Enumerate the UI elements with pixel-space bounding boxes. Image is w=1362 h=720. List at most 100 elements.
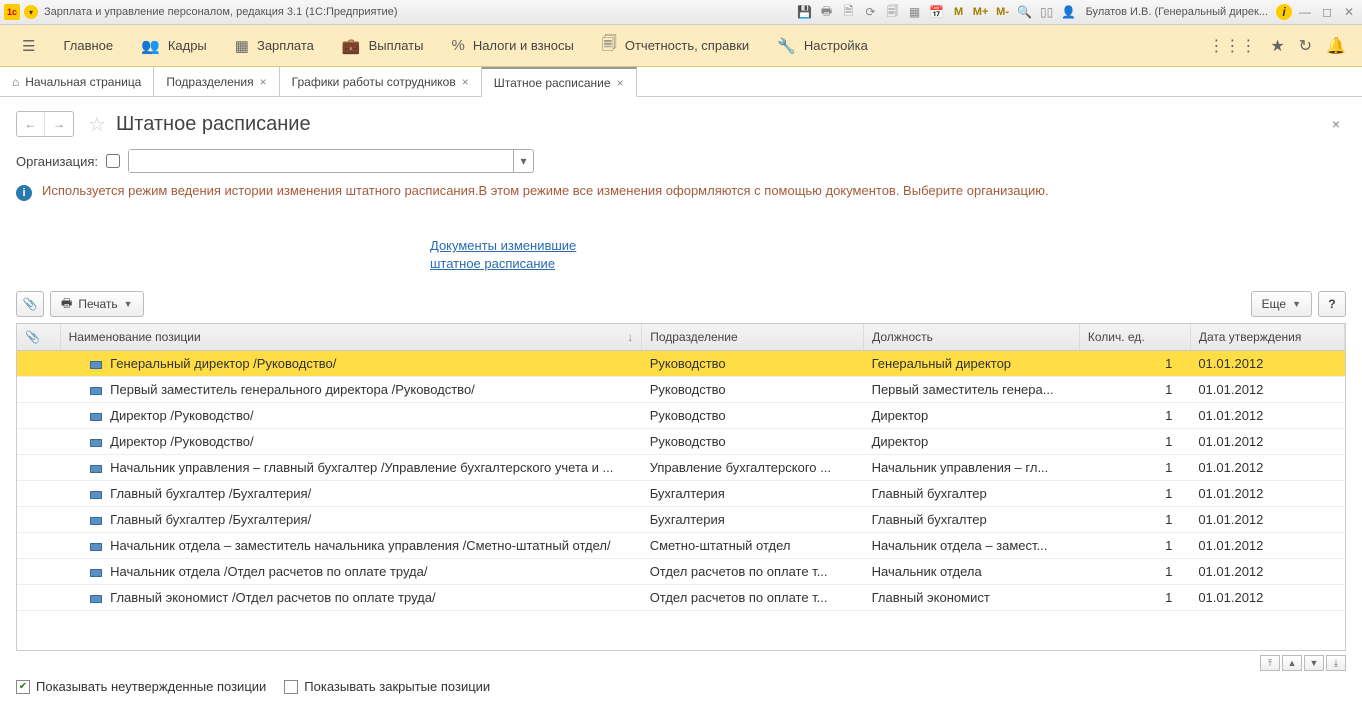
table-wrap: 📎 Наименование позиции↓ Подразделение До… (16, 323, 1346, 651)
info-icon[interactable]: i (1276, 4, 1292, 20)
tab-staffing[interactable]: Штатное расписание× (482, 67, 637, 97)
scroll-down-icon[interactable]: ▼ (1304, 655, 1324, 671)
bottom-row: ✔Показывать неутвержденные позиции Показ… (0, 673, 1362, 700)
star-icon[interactable]: ★ (1270, 36, 1284, 56)
record-icon (90, 491, 102, 499)
minimize-icon[interactable]: — (1296, 3, 1314, 21)
table-row[interactable]: Первый заместитель генерального директор… (17, 377, 1345, 403)
menu-label: Главное (63, 38, 113, 53)
table-row[interactable]: Начальник отдела /Отдел расчетов по опла… (17, 559, 1345, 585)
copy-icon[interactable]: 🗐 (884, 3, 902, 21)
user-label[interactable]: Булатов И.В. (Генеральный дирек... (1082, 6, 1272, 18)
checkbox-icon (284, 680, 298, 694)
home-icon: ⌂ (12, 75, 19, 89)
chevron-down-icon[interactable]: ▾ (513, 150, 533, 172)
menu-main[interactable]: Главное (49, 25, 127, 66)
scroll-up-icon[interactable]: ▲ (1282, 655, 1302, 671)
doc-link[interactable]: Документы изменившие (430, 237, 1362, 255)
record-icon (90, 387, 102, 395)
table-row[interactable]: Начальник отдела – заместитель начальник… (17, 533, 1345, 559)
caret-down-icon: ▼ (124, 299, 133, 309)
close-icon[interactable]: × (617, 76, 624, 90)
filter-row: Организация: ▾ (0, 145, 1362, 183)
staffing-table: 📎 Наименование позиции↓ Подразделение До… (17, 324, 1345, 611)
scroll-bottom-icon[interactable]: ⤓ (1326, 655, 1346, 671)
table-icon: ▦ (235, 37, 249, 55)
percent-icon: % (451, 37, 464, 54)
print-icon[interactable]: 🖶 (818, 3, 836, 21)
close-window-icon[interactable]: ✕ (1340, 3, 1358, 21)
back-button[interactable]: ← (17, 112, 45, 136)
tab-label: Графики работы сотрудников (292, 75, 456, 89)
col-qty[interactable]: Колич. ед. (1079, 324, 1190, 351)
doc-link[interactable]: штатное расписание (430, 255, 1362, 273)
close-icon[interactable]: × (260, 75, 267, 89)
org-checkbox[interactable] (106, 154, 120, 168)
menu-settings[interactable]: 🔧Настройка (763, 25, 882, 66)
bell-icon[interactable]: 🔔 (1326, 36, 1346, 56)
tab-schedules[interactable]: Графики работы сотрудников × (280, 67, 482, 96)
titlebar-dropdown-icon[interactable]: ▾ (24, 5, 38, 19)
print-button[interactable]: 🖶 Печать▼ (50, 291, 144, 317)
people-icon: 👥 (141, 37, 160, 55)
info-circle-icon: i (16, 185, 32, 201)
briefcase-icon: 💼 (342, 37, 361, 55)
tabs-bar: ⌂Начальная страница Подразделения × Графи… (0, 67, 1362, 97)
menu-reports[interactable]: 🗐Отчетность, справки (588, 25, 763, 66)
col-dept[interactable]: Подразделение (642, 324, 864, 351)
refresh-icon[interactable]: ⟳ (862, 3, 880, 21)
menu-hr[interactable]: 👥 Кадры (127, 25, 221, 66)
more-label: Еще (1262, 297, 1286, 311)
favorite-star-icon[interactable]: ☆ (88, 112, 106, 137)
menu-burger[interactable]: ☰ (8, 25, 49, 66)
record-icon (90, 595, 102, 603)
help-button[interactable]: ? (1318, 291, 1346, 317)
table-row[interactable]: Директор /Руководство/РуководствоДиректо… (17, 403, 1345, 429)
page-header: ← → ☆ Штатное расписание × (0, 97, 1362, 145)
col-role[interactable]: Должность (864, 324, 1080, 351)
tab-home[interactable]: ⌂Начальная страница (0, 67, 154, 96)
tab-label: Подразделения (166, 75, 253, 89)
menu-salary[interactable]: ▦Зарплата (221, 25, 328, 66)
history-icon[interactable]: ↻ (1299, 36, 1312, 56)
table-row[interactable]: Главный бухгалтер /Бухгалтерия/Бухгалтер… (17, 507, 1345, 533)
org-input[interactable] (129, 150, 513, 172)
close-icon[interactable]: × (462, 75, 469, 89)
m-icon[interactable]: M (950, 3, 968, 21)
forward-button[interactable]: → (45, 112, 73, 136)
table-row[interactable]: Начальник управления – главный бухгалтер… (17, 455, 1345, 481)
tab-departments[interactable]: Подразделения × (154, 67, 279, 96)
show-closed-checkbox[interactable]: Показывать закрытые позиции (284, 679, 490, 694)
burger-icon: ☰ (22, 37, 35, 55)
col-name[interactable]: Наименование позиции↓ (60, 324, 642, 351)
calc-icon[interactable]: ▦ (906, 3, 924, 21)
zoom-icon[interactable]: 🔍 (1016, 3, 1034, 21)
nav-buttons: ← → (16, 111, 74, 137)
attach-button[interactable]: 📎 (16, 291, 44, 317)
record-icon (90, 361, 102, 369)
table-row[interactable]: Главный бухгалтер /Бухгалтерия/Бухгалтер… (17, 481, 1345, 507)
col-attach[interactable]: 📎 (17, 324, 60, 351)
close-page-icon[interactable]: × (1332, 116, 1346, 132)
org-combo[interactable]: ▾ (128, 149, 534, 173)
more-button[interactable]: Еще▼ (1251, 291, 1312, 317)
table-row[interactable]: Генеральный директор /Руководство/Руково… (17, 351, 1345, 377)
mminus-icon[interactable]: M- (994, 3, 1012, 21)
save-icon[interactable]: 💾 (796, 3, 814, 21)
calendar-icon[interactable]: 📅 (928, 3, 946, 21)
show-unapproved-checkbox[interactable]: ✔Показывать неутвержденные позиции (16, 679, 266, 694)
scroll-top-icon[interactable]: ⤒ (1260, 655, 1280, 671)
maximize-icon[interactable]: ◻ (1318, 3, 1336, 21)
table-row[interactable]: Директор /Руководство/РуководствоДиректо… (17, 429, 1345, 455)
layout-icon[interactable]: ▯▯ (1038, 3, 1056, 21)
apps-icon[interactable]: ⋮⋮⋮ (1208, 36, 1256, 56)
scroll-buttons: ⤒ ▲ ▼ ⤓ (0, 651, 1362, 673)
table-row[interactable]: Главный экономист /Отдел расчетов по опл… (17, 585, 1345, 611)
menu-payments[interactable]: 💼Выплаты (328, 25, 438, 66)
col-date[interactable]: Дата утверждения (1190, 324, 1344, 351)
menu-taxes[interactable]: %Налоги и взносы (437, 25, 587, 66)
menu-label: Кадры (168, 38, 207, 53)
mplus-icon[interactable]: M+ (972, 3, 990, 21)
doc-icon[interactable]: 🗎 (840, 3, 858, 21)
info-message: Используется режим ведения истории измен… (42, 183, 1049, 198)
